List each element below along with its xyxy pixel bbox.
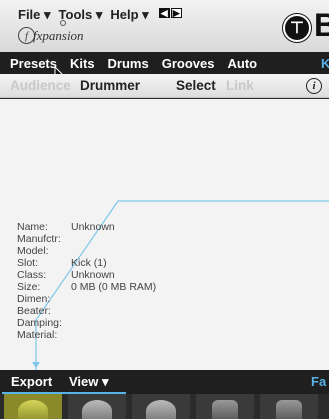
brand-title: B bbox=[314, 7, 329, 43]
info-label: Size: bbox=[17, 281, 41, 293]
fa-tab[interactable]: Fa bbox=[311, 374, 326, 389]
info-row: Material: bbox=[17, 329, 156, 341]
info-row: Size: 0 MB (0 MB RAM) bbox=[17, 281, 156, 293]
info-row: Dimen: bbox=[17, 293, 156, 305]
tab-drums[interactable]: Drums bbox=[108, 56, 149, 71]
view-menu[interactable]: View ▾ bbox=[69, 374, 109, 390]
tab-presets[interactable]: Presets bbox=[10, 56, 57, 71]
subtab-audience[interactable]: Audience bbox=[10, 78, 71, 93]
drum-thumbnail[interactable] bbox=[260, 394, 318, 419]
info-row: Damping: bbox=[17, 317, 156, 329]
drum-icon bbox=[82, 400, 112, 419]
main-tabs: Presets Kits Drums Grooves Auto Kit bbox=[0, 52, 329, 74]
tab-grooves[interactable]: Grooves bbox=[162, 56, 215, 71]
kick-drum-icon bbox=[18, 400, 48, 419]
info-row: Class: Unknown bbox=[17, 269, 156, 281]
brand-badge-icon: ⊤ bbox=[283, 14, 311, 42]
tab-kit[interactable]: Kit bbox=[321, 56, 329, 71]
info-label: Manufctr: bbox=[17, 233, 61, 245]
subtab-link[interactable]: Link bbox=[226, 78, 254, 93]
menu-help[interactable]: Help ▾ bbox=[110, 7, 148, 23]
info-row: Model: bbox=[17, 245, 156, 257]
tab-auto[interactable]: Auto bbox=[227, 56, 257, 71]
logo-dot-icon bbox=[60, 20, 66, 26]
drum-info-panel: Name: Unknown Manufctr: Model: Slot: Kic… bbox=[0, 99, 329, 370]
info-label: Class: bbox=[17, 269, 47, 281]
info-label: Model: bbox=[17, 245, 49, 257]
drum-icon bbox=[146, 400, 176, 419]
info-row: Name: Unknown bbox=[17, 221, 156, 233]
bottom-toolbar: Export View ▾ Fa bbox=[0, 370, 329, 394]
arrow-left-icon[interactable]: ◀ bbox=[158, 8, 170, 18]
info-value: Kick (1) bbox=[71, 257, 107, 269]
info-row: Slot: Kick (1) bbox=[17, 257, 156, 269]
title-bar: File ▾ Tools ▾ Help ▾ ◀ ▶ f fxpansion ⊤ … bbox=[0, 0, 329, 52]
window-layout-toggle[interactable]: ◀ ▶ bbox=[158, 8, 182, 23]
sub-tabs: Audience Drummer Select Link i bbox=[0, 74, 329, 98]
info-label: Damping: bbox=[17, 317, 62, 329]
tab-kits[interactable]: Kits bbox=[70, 56, 95, 71]
info-label: Beater: bbox=[17, 305, 51, 317]
subtab-select[interactable]: Select bbox=[176, 78, 216, 93]
subtab-drummer[interactable]: Drummer bbox=[80, 78, 140, 93]
drum-thumbnail[interactable] bbox=[196, 394, 254, 419]
menu-bar: File ▾ Tools ▾ Help ▾ ◀ ▶ bbox=[18, 7, 182, 23]
export-button[interactable]: Export bbox=[11, 374, 52, 389]
info-row: Manufctr: bbox=[17, 233, 156, 245]
arrow-right-icon[interactable]: ▶ bbox=[170, 8, 182, 18]
info-label: Material: bbox=[17, 329, 58, 341]
menu-file[interactable]: File ▾ bbox=[18, 7, 51, 23]
drum-thumbnail[interactable] bbox=[132, 394, 190, 419]
info-label: Name: bbox=[17, 221, 48, 233]
info-value: 0 MB (0 MB RAM) bbox=[71, 281, 157, 293]
curve-handle-icon[interactable] bbox=[31, 361, 41, 369]
info-row: Beater: bbox=[17, 305, 156, 317]
info-icon[interactable]: i bbox=[306, 78, 322, 94]
fxpansion-logo: f fxpansion bbox=[18, 20, 84, 44]
info-value: Unknown bbox=[71, 221, 115, 233]
drum-icon bbox=[212, 400, 238, 419]
info-label: Dimen: bbox=[17, 293, 51, 305]
info-label: Slot: bbox=[17, 257, 39, 269]
drum-icon bbox=[276, 400, 302, 419]
drum-thumbnails bbox=[0, 394, 329, 419]
info-value: Unknown bbox=[71, 269, 115, 281]
drum-thumbnail[interactable] bbox=[68, 394, 126, 419]
drum-info-list: Name: Unknown Manufctr: Model: Slot: Kic… bbox=[17, 221, 156, 341]
fxpansion-logo-text: fxpansion bbox=[33, 27, 84, 43]
drum-thumbnail-kick[interactable] bbox=[4, 394, 62, 419]
